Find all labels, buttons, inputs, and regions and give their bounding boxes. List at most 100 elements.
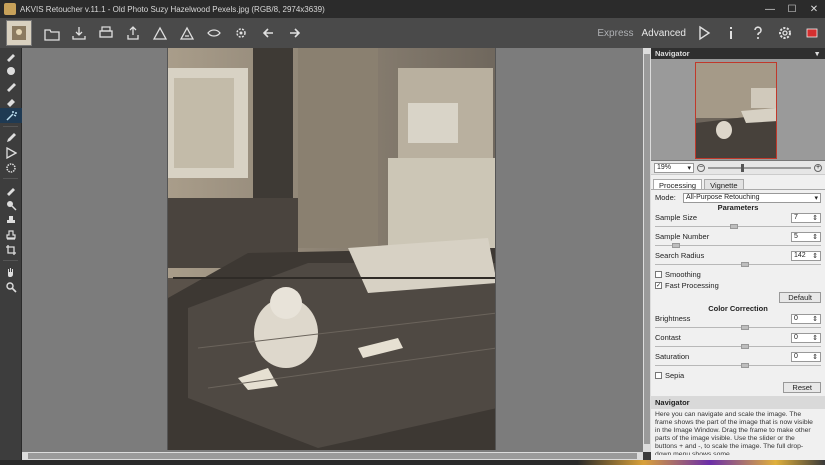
smoothing-checkbox[interactable] — [655, 271, 662, 278]
zoom-slider-knob[interactable] — [740, 163, 744, 172]
export-selection-icon[interactable] — [173, 20, 200, 46]
minimize-button[interactable]: — — [759, 0, 781, 18]
app-icon — [4, 3, 16, 15]
crop-icon[interactable] — [0, 242, 22, 257]
saturation-input[interactable]: 0 ⇕ — [791, 351, 821, 362]
search-radius-value: 142 — [794, 252, 806, 259]
run-settings-icon[interactable] — [227, 20, 254, 46]
open-image-icon[interactable] — [38, 20, 65, 46]
slider-knob[interactable] — [671, 243, 680, 248]
print-icon[interactable] — [92, 20, 119, 46]
maximize-button[interactable]: ☐ — [781, 0, 803, 18]
spinner-arrows-icon[interactable]: ⇕ — [812, 252, 818, 260]
close-button[interactable]: ✕ — [803, 0, 825, 18]
sample-size-input[interactable]: 7 ⇕ — [791, 212, 821, 223]
search-radius-input[interactable]: 142 ⇕ — [791, 250, 821, 261]
slider-knob[interactable] — [741, 363, 750, 368]
vertical-scrollbar[interactable] — [643, 48, 651, 452]
spinner-arrows-icon[interactable]: ⇕ — [812, 233, 818, 241]
undo-arrow-icon[interactable] — [254, 20, 281, 46]
save-image-icon[interactable] — [65, 20, 92, 46]
help-icon[interactable] — [744, 20, 771, 46]
spinner-arrows-icon[interactable]: ⇕ — [812, 315, 818, 323]
run-triangle-icon[interactable] — [0, 145, 22, 160]
default-button[interactable]: Default — [779, 292, 821, 303]
zoom-slider[interactable] — [708, 163, 811, 172]
contrast-input[interactable]: 0 ⇕ — [791, 332, 821, 343]
brightness-slider[interactable] — [655, 324, 821, 332]
marker-icon[interactable] — [0, 78, 22, 93]
fast-processing-checkbox[interactable]: ✓ — [655, 282, 662, 289]
search-radius-row: Search Radius 142 ⇕ — [651, 250, 825, 261]
brightness-input[interactable]: 0 ⇕ — [791, 313, 821, 324]
parameters-title: Parameters — [717, 203, 759, 212]
smoothing-label: Smoothing — [665, 270, 701, 279]
share-icon[interactable] — [119, 20, 146, 46]
settings-tabs: Processing Vignette — [651, 179, 825, 190]
advanced-mode-link[interactable]: Advanced — [642, 28, 686, 39]
sample-number-input[interactable]: 5 ⇕ — [791, 231, 821, 242]
sample-size-slider[interactable] — [655, 223, 821, 231]
pattern-stamp-icon[interactable] — [0, 227, 22, 242]
navigator-view[interactable] — [651, 59, 825, 161]
healing-brush-icon[interactable] — [0, 182, 22, 197]
title-bar: AKVIS Retoucher v.11.1 - Old Photo Suzy … — [0, 0, 825, 18]
stop-icon[interactable] — [798, 20, 825, 46]
pencil-icon[interactable] — [0, 130, 22, 145]
tab-vignette[interactable]: Vignette — [704, 179, 744, 190]
brightness-row: Brightness 0 ⇕ — [651, 313, 825, 324]
contrast-label: Contast — [655, 333, 681, 342]
settings-gear-icon[interactable] — [771, 20, 798, 46]
import-selection-icon[interactable] — [146, 20, 173, 46]
clone-stamp-icon[interactable] — [0, 212, 22, 227]
tab-processing[interactable]: Processing — [653, 179, 703, 190]
slider-knob[interactable] — [741, 325, 750, 330]
spinner-arrows-icon[interactable]: ⇕ — [812, 214, 818, 222]
slider-knob[interactable] — [729, 224, 738, 229]
zoom-icon[interactable] — [0, 279, 22, 294]
mode-label: Mode: — [655, 193, 676, 202]
sample-number-slider[interactable] — [655, 242, 821, 250]
contrast-slider[interactable] — [655, 343, 821, 351]
retouch-brush-icon[interactable] — [0, 48, 22, 63]
sample-number-label: Sample Number — [655, 232, 710, 241]
saturation-label: Saturation — [655, 352, 690, 361]
zoom-out-icon[interactable]: − — [697, 163, 705, 172]
redo-arrow-icon[interactable] — [281, 20, 308, 46]
saturation-slider[interactable] — [655, 362, 821, 370]
mode-select[interactable]: All-Purpose Retouching ▾ — [683, 192, 821, 203]
sepia-checkbox[interactable] — [655, 372, 662, 379]
slider-knob[interactable] — [741, 262, 750, 267]
chameleon-brush-icon[interactable] — [0, 160, 22, 175]
spinner-arrows-icon[interactable]: ⇕ — [812, 334, 818, 342]
sample-size-row: Sample Size 7 ⇕ — [651, 212, 825, 223]
horizontal-scroll-thumb[interactable] — [28, 453, 637, 459]
eraser-icon[interactable] — [0, 63, 22, 78]
sepia-row[interactable]: Sepia — [651, 370, 825, 381]
zoom-in-icon[interactable]: + — [814, 163, 822, 172]
zoom-select[interactable]: 19% ▾ — [654, 162, 694, 173]
chevron-down-icon[interactable]: ▾ — [815, 49, 819, 58]
express-mode-link[interactable]: Express — [597, 28, 633, 39]
info-icon[interactable] — [717, 20, 744, 46]
preferences-icon[interactable] — [200, 20, 227, 46]
vertical-scroll-thumb[interactable] — [644, 54, 650, 444]
slider-knob[interactable] — [741, 344, 750, 349]
smoothing-row[interactable]: Smoothing — [651, 269, 825, 280]
spinner-arrows-icon[interactable]: ⇕ — [812, 353, 818, 361]
image-window[interactable] — [22, 48, 643, 452]
patch-icon[interactable] — [0, 197, 22, 212]
reset-button[interactable]: Reset — [783, 382, 821, 393]
fast-processing-row[interactable]: ✓ Fast Processing — [651, 280, 825, 291]
chevron-down-icon: ▾ — [814, 194, 818, 202]
saturation-row: Saturation 0 ⇕ — [651, 351, 825, 362]
navigator-frame[interactable] — [695, 62, 777, 159]
selection-eraser-icon[interactable] — [0, 93, 22, 108]
sample-number-row: Sample Number 5 ⇕ — [651, 231, 825, 242]
zoom-row: 19% ▾ − + — [651, 161, 825, 175]
magic-wand-icon[interactable] — [0, 108, 22, 123]
search-radius-slider[interactable] — [655, 261, 821, 269]
run-play-icon[interactable] — [690, 20, 717, 46]
hand-icon[interactable] — [0, 264, 22, 279]
horizontal-scrollbar[interactable] — [22, 452, 643, 460]
